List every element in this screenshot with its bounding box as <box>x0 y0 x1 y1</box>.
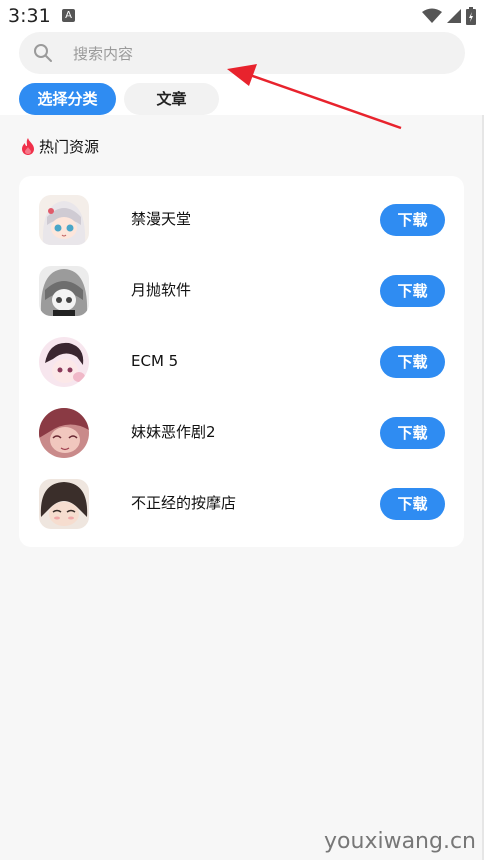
fire-icon <box>22 138 34 155</box>
watermark: youxiwang.cn <box>324 829 476 854</box>
annotation-arrow <box>227 64 402 130</box>
hot-section-header: 热门资源 <box>21 136 99 157</box>
list-item[interactable]: ECM 5 下载 <box>19 326 464 397</box>
wifi-icon <box>422 8 442 23</box>
app-name: 月抛软件 <box>131 281 192 299</box>
app-icon <box>39 337 89 387</box>
app-name: 禁漫天堂 <box>131 210 192 228</box>
tab-select-category[interactable]: 选择分类 <box>19 83 116 115</box>
list-item[interactable]: 不正经的按摩店 下载 <box>19 468 464 539</box>
download-button[interactable]: 下载 <box>380 275 445 307</box>
app-icon <box>39 479 89 529</box>
list-item[interactable]: 禁漫天堂 下载 <box>19 184 464 255</box>
download-button[interactable]: 下载 <box>380 346 445 378</box>
list-item[interactable]: 妹妹恶作剧2 下载 <box>19 397 464 468</box>
battery-icon <box>466 7 476 25</box>
tab-articles[interactable]: 文章 <box>124 83 219 115</box>
app-name: 妹妹恶作剧2 <box>131 423 216 441</box>
app-name: 不正经的按摩店 <box>131 494 237 512</box>
list-item[interactable]: 月抛软件 下载 <box>19 255 464 326</box>
download-button[interactable]: 下载 <box>380 204 445 236</box>
app-icon <box>39 266 89 316</box>
notification-icon: A <box>62 9 75 22</box>
download-button[interactable]: 下载 <box>380 488 445 520</box>
hot-section-title: 热门资源 <box>39 138 100 156</box>
status-time: 3:31 <box>8 5 51 27</box>
status-icons <box>422 7 476 25</box>
app-name: ECM 5 <box>131 352 179 370</box>
app-icon <box>39 408 89 458</box>
signal-icon <box>447 9 461 23</box>
app-icon <box>39 195 89 245</box>
download-button[interactable]: 下载 <box>380 417 445 449</box>
search-icon <box>34 44 52 62</box>
hot-resource-list: 禁漫天堂 下载 月抛软件 下载 ECM 5 下载 妹妹恶作剧2 下载 不正经的按… <box>19 176 464 547</box>
